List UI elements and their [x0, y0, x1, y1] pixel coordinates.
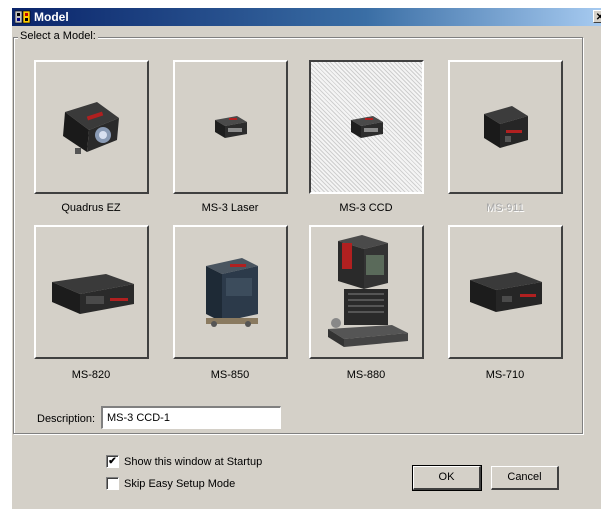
model-tile-quadrus-ez[interactable]	[34, 60, 149, 194]
model-caption: MS-820	[71, 369, 111, 381]
skip-easy-setup-label: Skip Easy Setup Mode	[124, 477, 236, 490]
quadrus-ez-scanner-image	[62, 102, 119, 154]
ms-880-scanner-image	[327, 235, 408, 347]
ms-3-laser-scanner-image	[214, 116, 247, 138]
model-tile-ms-3-laser[interactable]	[173, 60, 288, 194]
model-caption: MS-710	[485, 369, 525, 381]
ok-button[interactable]: OK	[412, 465, 482, 491]
model-caption: MS-850	[210, 369, 250, 381]
title-bar[interactable]: Model ✕	[12, 8, 601, 26]
show-at-startup-checkbox[interactable]: ✔	[106, 455, 119, 468]
ms-850-scanner-image	[205, 258, 258, 327]
skip-easy-setup-option[interactable]: Skip Easy Setup Mode	[106, 477, 235, 490]
description-input[interactable]	[101, 406, 281, 429]
model-tile-ms-3-ccd[interactable]	[309, 60, 424, 194]
model-tile-ms-850[interactable]	[173, 225, 288, 359]
ms-3-ccd-scanner-image	[350, 116, 383, 138]
show-at-startup-option[interactable]: ✔ Show this window at Startup	[106, 455, 262, 468]
cancel-button[interactable]: Cancel	[491, 466, 559, 490]
ms-911-scanner-image	[483, 106, 528, 148]
close-button[interactable]: ✕	[593, 10, 601, 23]
model-caption: MS-3 CCD	[339, 202, 393, 214]
app-icon	[15, 10, 31, 24]
ms-820-scanner-image	[51, 274, 134, 314]
model-caption: Quadrus EZ	[61, 202, 121, 214]
model-tile-ms-880[interactable]	[309, 225, 424, 359]
model-tile-ms-911[interactable]	[448, 60, 563, 194]
description-label: Description:	[37, 413, 96, 425]
group-label: Select a Model:	[18, 30, 98, 42]
model-caption: MS-911	[486, 202, 524, 214]
window-title: Model	[34, 10, 69, 24]
show-at-startup-label: Show this window at Startup	[124, 455, 263, 468]
model-caption: MS-3 Laser	[201, 202, 259, 214]
ms-710-scanner-image	[469, 272, 542, 312]
model-tile-ms-820[interactable]	[34, 225, 149, 359]
skip-easy-setup-checkbox[interactable]	[106, 477, 119, 490]
model-caption: MS-880	[346, 369, 386, 381]
model-tile-ms-710[interactable]	[448, 225, 563, 359]
